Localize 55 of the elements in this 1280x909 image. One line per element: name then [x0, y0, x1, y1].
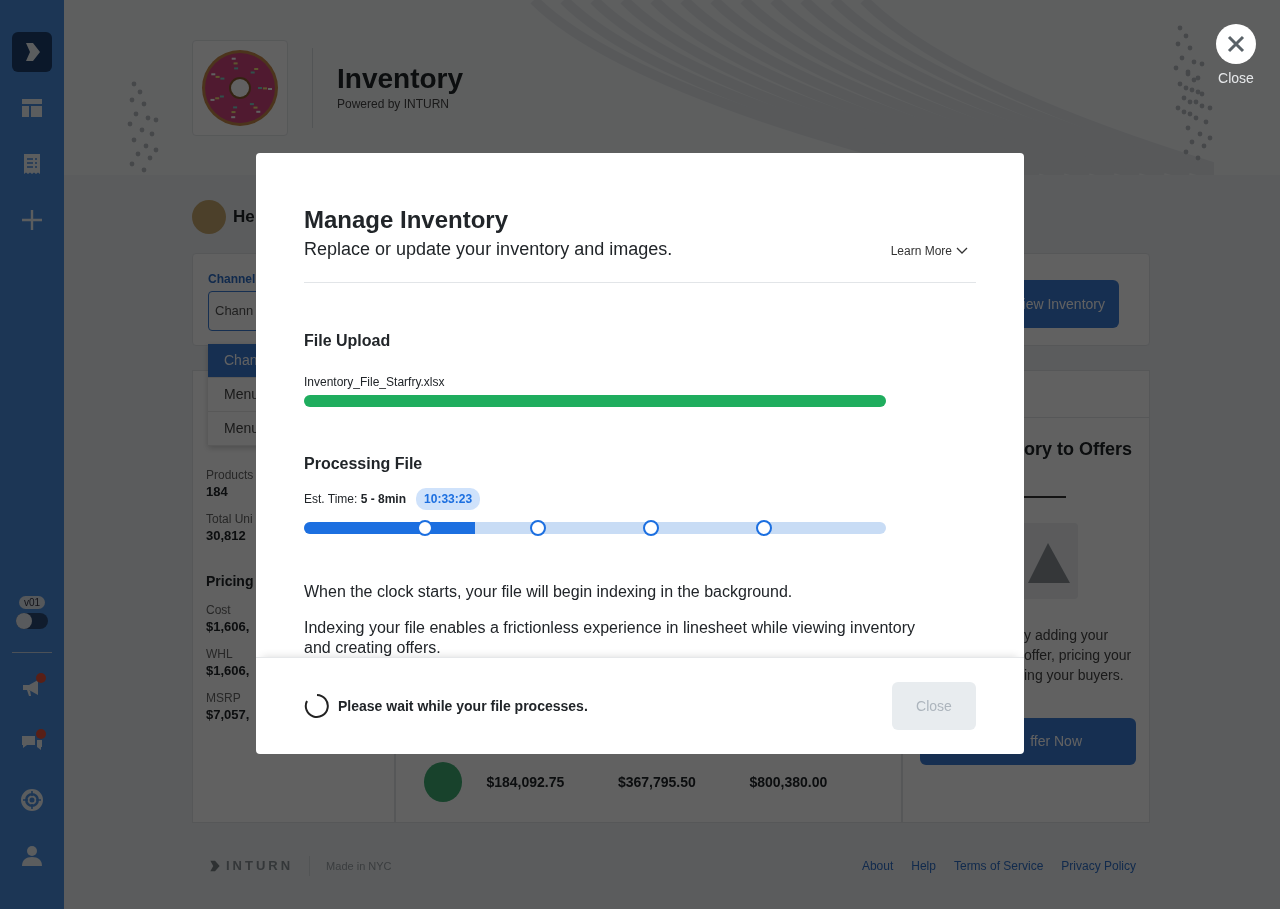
body-text: When the clock starts, your file will begin indexing in the background. — [304, 582, 794, 602]
page-subtitle: Powered by INTURN — [337, 96, 451, 113]
footer-link[interactable]: Privacy Policy — [1061, 857, 1136, 875]
section-title: File Upload — [304, 331, 392, 351]
stat-value: 184 — [206, 483, 228, 501]
plus-icon — [20, 208, 44, 232]
donut-logo-icon — [200, 48, 280, 128]
title-underline — [1024, 496, 1066, 498]
total-value: $800,380.00 — [749, 772, 829, 792]
status-circle — [424, 762, 463, 802]
step-marker — [529, 520, 546, 536]
field-label: Channel — [208, 271, 257, 288]
close-button[interactable]: Close — [1216, 24, 1256, 89]
greeting: He — [233, 206, 255, 229]
layout-icon — [20, 96, 44, 120]
timer-badge: 10:33:23 — [416, 488, 481, 510]
stat-label: MSRP — [206, 690, 241, 706]
modal-title: Manage Inventory — [304, 205, 510, 235]
footer-link[interactable]: Help — [911, 857, 936, 875]
stat-label: Products — [206, 467, 254, 483]
card-text: y adding your offer, pricing your ing your buyers. — [1024, 626, 1133, 685]
close-icon — [1216, 24, 1256, 64]
stat-value: $1,606, — [206, 662, 250, 680]
chevron-down-icon — [956, 247, 968, 255]
loading-spinner-icon — [304, 693, 330, 719]
avatar — [192, 200, 226, 234]
step-marker — [755, 520, 772, 536]
total-value: $367,795.50 — [617, 772, 697, 792]
page-title: Inventory — [337, 63, 464, 95]
section-title: Processing File — [304, 454, 424, 474]
stat-label: Cost — [206, 602, 231, 618]
card-title: ory to Offers — [1023, 438, 1134, 460]
stat-label: WHL — [206, 646, 233, 662]
stat-value: $7,057, — [206, 706, 250, 724]
total-value: $184,092.75 — [486, 772, 566, 792]
sidebar-item[interactable] — [12, 32, 52, 72]
time-estimate: Est. Time: 5 - 8min — [304, 491, 407, 508]
version-badge: v01 — [18, 596, 46, 609]
learn-more-link[interactable]: Learn More — [890, 242, 976, 260]
footer-link[interactable]: About — [861, 857, 894, 875]
version-toggle[interactable] — [16, 613, 48, 629]
footer-link[interactable]: Terms of Service — [953, 857, 1044, 875]
modal-subtitle: Replace or update your inventory and images. — [304, 238, 673, 260]
step-marker — [642, 520, 659, 536]
stat-value: $1,606, — [206, 618, 250, 636]
stat-label: Total Uni — [206, 511, 253, 527]
lifebuoy-icon — [20, 788, 44, 812]
body-text: Indexing your file enables a frictionless experience in linesheet while viewing inventory and creating offers. — [304, 618, 916, 657]
stat-value: 30,812 — [206, 527, 246, 545]
section-title: Pricing — [206, 572, 254, 591]
status-message: Please wait while your file processes. — [338, 696, 588, 716]
user-icon — [20, 844, 44, 868]
step-marker — [417, 520, 434, 536]
brand-logo-icon — [208, 859, 222, 873]
file-name: Inventory_File_Starfry.xlsx — [304, 375, 446, 389]
